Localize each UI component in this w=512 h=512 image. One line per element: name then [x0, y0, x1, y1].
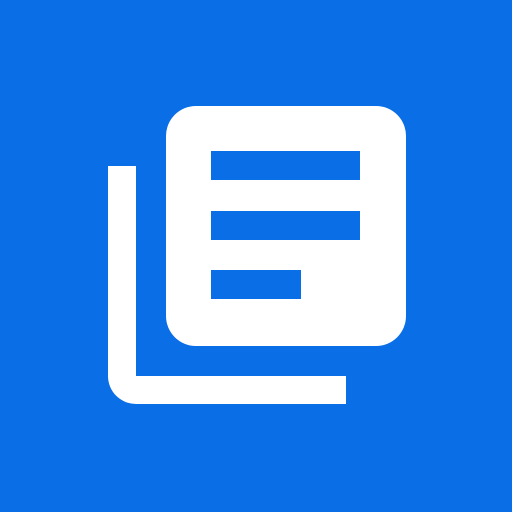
text-line-2	[211, 211, 360, 240]
app-icon-tile[interactable]	[0, 0, 512, 512]
document-stack-icon	[108, 106, 406, 404]
text-line-1	[211, 151, 360, 180]
text-line-3	[211, 270, 301, 299]
